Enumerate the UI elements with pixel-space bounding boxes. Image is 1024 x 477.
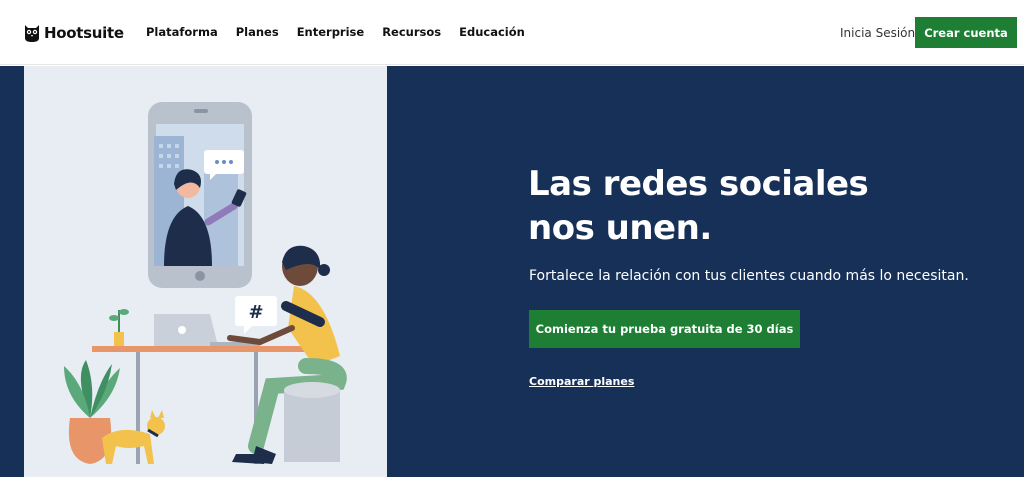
nav-item-plataforma[interactable]: Plataforma <box>146 25 218 39</box>
hashtag-label: # <box>248 302 263 323</box>
signup-button[interactable]: Crear cuenta <box>915 17 1017 48</box>
compare-plans-link[interactable]: Comparar planes <box>529 375 634 388</box>
owl-icon <box>25 25 39 42</box>
hero-illustration: # <box>24 66 387 477</box>
hero-headline: Las redes sociales nos unen. <box>528 162 948 250</box>
nav-item-enterprise[interactable]: Enterprise <box>297 25 365 39</box>
top-nav-bar: Hootsuite Plataforma Planes Enterprise R… <box>0 0 1024 65</box>
nav-item-recursos[interactable]: Recursos <box>382 25 441 39</box>
start-trial-button[interactable]: Comienza tu prueba gratuita de 30 días <box>529 310 800 348</box>
brand-logo[interactable]: Hootsuite <box>24 22 124 44</box>
people-connecting-illustration: # <box>64 102 347 464</box>
hero-subtitle: Fortalece la relación con tus clientes c… <box>529 268 969 284</box>
hero-section: # Las redes sociales nos unen. Fortalece… <box>0 66 1024 477</box>
nav-item-educacion[interactable]: Educación <box>459 25 525 39</box>
nav-item-planes[interactable]: Planes <box>236 25 279 39</box>
brand-name: Hootsuite <box>44 24 124 42</box>
login-link[interactable]: Inicia Sesión <box>840 26 915 40</box>
headline-line-2: nos unen. <box>528 208 712 248</box>
main-nav: Plataforma Planes Enterprise Recursos Ed… <box>146 25 543 39</box>
headline-line-1: Las redes sociales <box>528 164 869 204</box>
